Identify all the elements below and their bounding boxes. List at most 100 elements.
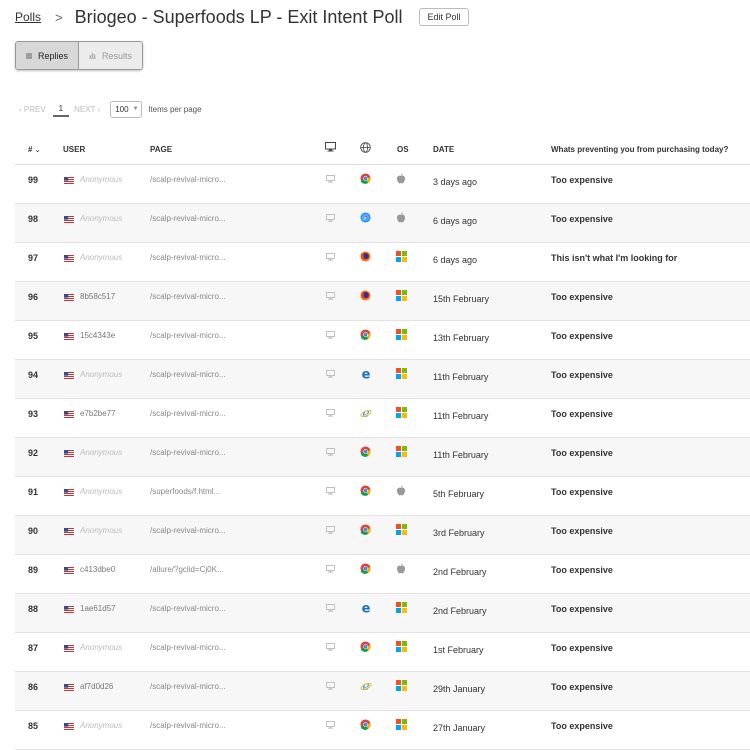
windows-icon [396,602,407,615]
current-page[interactable]: 1 [52,102,70,117]
desktop-icon [326,604,335,614]
replies-tab[interactable]: Replies [16,42,79,69]
reply-date: 27th January [433,723,486,733]
user-id[interactable]: 8b58c517 [80,292,115,301]
page-url[interactable]: /scalp-revival-micro... [150,253,226,262]
table-row[interactable]: 89 c413dbe0/allure/?gclid=Cj0K... 2nd Febr… [15,555,750,594]
user-id[interactable]: Anonymous [80,526,122,535]
reply-date: 6 days ago [433,216,478,226]
table-row[interactable]: 94 Anonymous/scalp-revival-micro... e 11th … [15,360,750,399]
apple-icon [396,485,406,498]
user-id[interactable]: Anonymous [80,643,122,652]
col-num-header[interactable]: # ⌄ [28,145,41,154]
table-row[interactable]: 91 Anonymous/superfoods/f.html... 5th Febr… [15,477,750,516]
reply-date: 5th February [433,489,485,499]
page-url[interactable]: /scalp-revival-micro... [150,604,226,613]
table-row[interactable]: 86 af7d0d26/scalp-revival-micro... e 29th J… [15,672,750,711]
user-id[interactable]: af7d0d26 [80,682,113,691]
page-url[interactable]: /scalp-revival-micro... [150,448,226,457]
page-url[interactable]: /scalp-revival-micro... [150,643,226,652]
table-row[interactable]: 95 15c4343e/scalp-revival-micro... 13th Fe… [15,321,750,360]
apple-icon [396,173,406,186]
reply-date: 2nd February [433,606,487,616]
page-url[interactable]: /allure/?gclid=Cj0K... [150,565,224,574]
page-url[interactable]: /superfoods/f.html... [150,487,220,496]
replies-tab-label: Replies [37,50,68,61]
table-row[interactable]: 93 e7b2be77/scalp-revival-micro... e 11th F… [15,399,750,438]
user-id[interactable]: 15c4343e [80,331,115,340]
user-id[interactable]: Anonymous [80,370,122,379]
breadcrumb-polls-link[interactable]: Polls [15,10,41,24]
desktop-icon [326,721,335,731]
items-per-page-value: 100 [115,104,129,114]
table-row[interactable]: 99 Anonymous/scalp-revival-micro... 3 days… [15,165,750,204]
table-row[interactable]: 97 Anonymous/scalp-revival-micro... 6 days… [15,243,750,282]
page-url[interactable]: /scalp-revival-micro... [150,331,226,340]
user-id[interactable]: Anonymous [80,721,122,730]
reply-answer: Too expensive [551,565,613,575]
page-url[interactable]: /scalp-revival-micro... [150,682,226,691]
us-flag-icon [64,566,74,574]
table-row[interactable]: 87 Anonymous/scalp-revival-micro... 1st Fe… [15,633,750,672]
reply-answer: Too expensive [551,175,613,185]
desktop-icon [326,175,335,185]
user-id[interactable]: 1ae61d57 [80,604,116,613]
user-id[interactable]: Anonymous [80,448,122,457]
page-url[interactable]: /scalp-revival-micro... [150,721,226,730]
col-num-label: # [28,145,33,154]
row-number: 98 [28,214,39,224]
desktop-icon [326,682,335,692]
reply-answer: Too expensive [551,409,613,419]
reply-date: 11th February [433,411,489,421]
edit-poll-button[interactable]: Edit Poll [419,8,469,26]
page-url[interactable]: /scalp-revival-micro... [150,409,226,418]
results-tab[interactable]: Results [79,42,142,69]
prev-page-button[interactable]: ‹ PREV [19,105,46,114]
page-title: Briogeo - Superfoods LP - Exit Intent Po… [74,6,403,27]
us-flag-icon [64,293,74,301]
items-per-page-select[interactable]: 100 ▼ [110,100,143,118]
desktop-icon [326,409,335,419]
us-flag-icon [64,410,74,418]
table-row[interactable]: 85 Anonymous/scalp-revival-micro... 27th J… [15,711,750,750]
page-url[interactable]: /scalp-revival-micro... [150,175,226,184]
user-id[interactable]: Anonymous [80,214,122,223]
reply-date: 29th January [433,684,486,694]
row-number: 87 [28,643,39,653]
chevron-down-icon: ▼ [132,106,139,112]
bar-chart-icon [89,53,96,59]
page-url[interactable]: /scalp-revival-micro... [150,370,226,379]
reply-answer: Too expensive [551,370,613,380]
us-flag-icon [64,605,74,613]
table-row[interactable]: 96 8b58c517/scalp-revival-micro... 15th Fe… [15,282,750,321]
user-id[interactable]: Anonymous [80,175,122,184]
us-flag-icon [64,371,74,379]
table-row[interactable]: 92 Anonymous/scalp-revival-micro... 11th F… [15,438,750,477]
desktop-icon [326,643,335,653]
list-icon [26,53,32,58]
row-number: 96 [28,292,39,302]
us-flag-icon [64,332,74,340]
table-row[interactable]: 88 1ae61d57/scalp-revival-micro... e 2nd Fe… [15,594,750,633]
chrome-icon [360,173,371,186]
user-id[interactable]: e7b2be77 [80,409,116,418]
row-number: 99 [28,175,39,185]
next-page-button[interactable]: NEXT › [74,105,100,114]
pagination: ‹ PREV 1 NEXT › 100 ▼ Items per page [19,100,202,118]
table-row[interactable]: 90 Anonymous/scalp-revival-micro... 3rd Fe… [15,516,750,555]
page-url[interactable]: /scalp-revival-micro... [150,214,226,223]
user-id[interactable]: Anonymous [80,487,122,496]
table-row[interactable]: 98 Anonymous/scalp-revival-micro... 6 days… [15,204,750,243]
svg-text:e: e [362,602,371,614]
user-id[interactable]: Anonymous [80,253,122,262]
us-flag-icon [64,449,74,457]
page-url[interactable]: /scalp-revival-micro... [150,526,226,535]
user-id[interactable]: c413dbe0 [80,565,115,574]
row-number: 88 [28,604,39,614]
col-os-header: OS [397,145,409,154]
us-flag-icon [64,215,74,223]
reply-date: 3rd February [433,528,485,538]
chrome-icon [360,641,371,654]
page-url[interactable]: /scalp-revival-micro... [150,292,226,301]
sort-chevron-icon: ⌄ [34,147,41,154]
